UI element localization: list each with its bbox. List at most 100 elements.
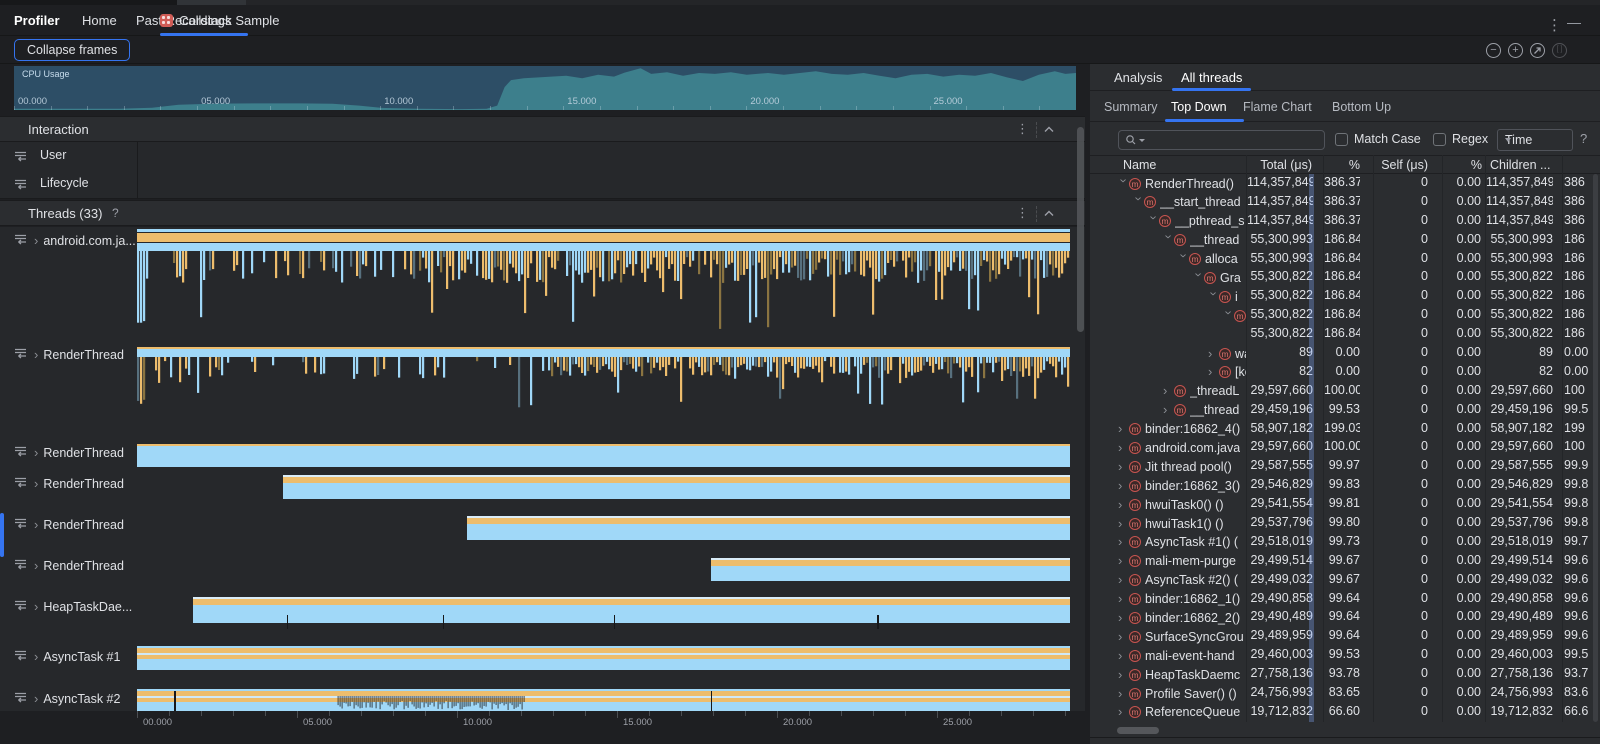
- tab-analysis[interactable]: Analysis: [1114, 70, 1162, 85]
- track-options-icon[interactable]: [14, 650, 27, 664]
- thread-row-label[interactable]: ›android.com.ja...: [0, 233, 136, 249]
- table-row[interactable]: ›mbinder:16862_2()29,490,48999.6400.0029…: [1090, 608, 1600, 627]
- table-row[interactable]: ›mmali-mem-purge29,499,51499.6700.0029,4…: [1090, 552, 1600, 571]
- threads-section-header[interactable]: Threads (33) ? ⋮: [0, 200, 1085, 226]
- threads-help-icon[interactable]: ?: [112, 206, 119, 220]
- more-options-icon[interactable]: ⋮: [1547, 16, 1562, 34]
- col-total[interactable]: Total (μs): [1247, 158, 1312, 172]
- table-row[interactable]: ›m__start_thread114,357,849386.3700.0011…: [1090, 193, 1600, 212]
- tree-collapse-icon[interactable]: ›: [1224, 310, 1234, 321]
- collapse-section-icon[interactable]: [1044, 126, 1053, 135]
- tree-collapse-icon[interactable]: ›: [1119, 178, 1129, 189]
- expand-thread-icon[interactable]: ›: [34, 561, 38, 571]
- table-row[interactable]: ›mi55,300,822186.8400.0055,300,822186: [1090, 287, 1600, 306]
- table-vertical-scrollbar[interactable]: [1593, 174, 1598, 722]
- tree-expand-icon[interactable]: ›: [1118, 556, 1129, 566]
- table-row[interactable]: 55,300,822186.8400.0055,300,822186: [1090, 325, 1600, 344]
- expand-thread-icon[interactable]: ›: [34, 520, 38, 530]
- expand-thread-icon[interactable]: ›: [34, 448, 38, 458]
- thread-track[interactable]: [711, 558, 1070, 581]
- tree-collapse-icon[interactable]: ›: [1194, 272, 1204, 283]
- expand-thread-icon[interactable]: ›: [34, 350, 38, 360]
- match-case-checkbox[interactable]: [1335, 133, 1348, 146]
- tree-expand-icon[interactable]: ›: [1118, 613, 1129, 623]
- tree-expand-icon[interactable]: ›: [1118, 632, 1129, 642]
- tree-expand-icon[interactable]: ›: [1118, 443, 1129, 453]
- column-divider[interactable]: [1485, 155, 1486, 722]
- track-options-icon[interactable]: [14, 348, 27, 362]
- tree-collapse-icon[interactable]: ›: [1209, 291, 1219, 302]
- tree-expand-icon[interactable]: ›: [1118, 707, 1129, 717]
- tree-expand-icon[interactable]: ›: [1118, 519, 1129, 529]
- track-options-icon[interactable]: [14, 518, 27, 532]
- collapse-frames-button[interactable]: Collapse frames: [14, 39, 130, 61]
- column-divider[interactable]: [1373, 155, 1374, 722]
- table-row[interactable]: ›mJit thread pool()29,587,55599.9700.002…: [1090, 457, 1600, 476]
- search-history-icon[interactable]: [1139, 139, 1145, 142]
- table-row[interactable]: ›mAsyncTask #1() (29,518,01999.7300.0029…: [1090, 533, 1600, 552]
- tree-expand-icon[interactable]: ›: [1118, 689, 1129, 699]
- zoom-out-icon[interactable]: −: [1486, 43, 1501, 58]
- reset-zoom-icon[interactable]: [1530, 43, 1545, 58]
- table-row[interactable]: ›mhwuiTask1() ()29,537,79699.8000.0029,5…: [1090, 514, 1600, 533]
- table-row[interactable]: ›mHeapTaskDaemc27,758,13693.7800.0027,75…: [1090, 665, 1600, 684]
- nav-home[interactable]: Home: [82, 13, 117, 28]
- subtab-flame-chart[interactable]: Flame Chart: [1243, 100, 1312, 114]
- table-row[interactable]: ›mReferenceQueue19,712,83266.6000.0019,7…: [1090, 703, 1600, 722]
- thread-row-label[interactable]: ›RenderThread: [0, 445, 124, 461]
- tree-expand-icon[interactable]: ›: [1118, 594, 1129, 604]
- tree-expand-icon[interactable]: ›: [1163, 405, 1174, 415]
- tab-all-threads[interactable]: All threads: [1181, 70, 1242, 85]
- threads-menu-icon[interactable]: ⋮: [1016, 205, 1029, 221]
- table-row[interactable]: ›mProfile Saver() ()24,756,99383.6500.00…: [1090, 684, 1600, 703]
- thread-row-label[interactable]: ›RenderThread: [0, 558, 124, 574]
- thread-row-label[interactable]: ›AsyncTask #2: [0, 691, 120, 707]
- tree-expand-icon[interactable]: ›: [1118, 670, 1129, 680]
- thread-row-label[interactable]: ›RenderThread: [0, 517, 124, 533]
- tree-expand-icon[interactable]: ›: [1118, 500, 1129, 510]
- tree-collapse-icon[interactable]: ›: [1164, 235, 1174, 246]
- column-divider[interactable]: [1246, 155, 1247, 722]
- table-row[interactable]: ›m(55,300,822186.8400.0055,300,822186: [1090, 306, 1600, 325]
- expand-thread-icon[interactable]: ›: [34, 652, 38, 662]
- subtab-bottom-up[interactable]: Bottom Up: [1332, 100, 1391, 114]
- zoom-in-icon[interactable]: +: [1508, 43, 1523, 58]
- thread-track[interactable]: [137, 689, 1070, 711]
- thread-track[interactable]: [137, 229, 1070, 331]
- table-row[interactable]: ›mAsyncTask #2() (29,499,03299.6700.0029…: [1090, 571, 1600, 590]
- interaction-section-header[interactable]: Interaction ⋮: [0, 116, 1085, 142]
- tab-callstack-sample[interactable]: Callstack Sample: [160, 5, 279, 35]
- thread-track[interactable]: [193, 597, 1070, 623]
- table-row[interactable]: ›mbinder:16862_3()29,546,82999.8300.0029…: [1090, 476, 1600, 495]
- regex-checkbox[interactable]: [1433, 133, 1446, 146]
- cpu-usage-chart[interactable]: CPU Usage 00.00005.00010.00015.00020.000…: [14, 66, 1076, 110]
- table-row[interactable]: ›mSurfaceSyncGrou29,489,95999.6400.0029,…: [1090, 627, 1600, 646]
- minimize-icon[interactable]: —: [1567, 14, 1581, 30]
- thread-row-label[interactable]: ›RenderThread: [0, 347, 124, 363]
- tree-expand-icon[interactable]: ›: [1118, 575, 1129, 585]
- match-case-label[interactable]: Match Case: [1354, 132, 1421, 146]
- subtab-top-down[interactable]: Top Down: [1171, 100, 1227, 114]
- subtab-summary[interactable]: Summary: [1104, 100, 1157, 114]
- expand-thread-icon[interactable]: ›: [34, 694, 38, 704]
- table-row[interactable]: ›mbinder:16862_1()29,490,85899.6400.0029…: [1090, 590, 1600, 609]
- thread-track[interactable]: [137, 444, 1070, 467]
- table-row[interactable]: ›m__pthread_s114,357,849386.3700.00114,3…: [1090, 212, 1600, 231]
- thread-row-label[interactable]: ›HeapTaskDae...: [0, 599, 132, 615]
- filter-help-icon[interactable]: ?: [1580, 131, 1587, 146]
- threads-scrollbar[interactable]: [1077, 127, 1084, 332]
- table-row[interactable]: ›mbinder:16862_4()58,907,182199.0300.005…: [1090, 420, 1600, 439]
- table-row[interactable]: ›m__thread55,300,993186.8400.0055,300,99…: [1090, 231, 1600, 250]
- table-row[interactable]: ›mRenderThread() 114,357,849386.3700.001…: [1090, 174, 1600, 193]
- column-divider[interactable]: [1323, 155, 1324, 722]
- table-row[interactable]: ›mmali-event-hand29,460,00399.5300.0029,…: [1090, 646, 1600, 665]
- column-divider[interactable]: [1442, 155, 1443, 722]
- col-self[interactable]: Self (μs): [1374, 158, 1428, 172]
- tree-expand-icon[interactable]: ›: [1208, 367, 1219, 377]
- table-row[interactable]: ›mwai890.0000.00890.00: [1090, 344, 1600, 363]
- track-options-icon[interactable]: [14, 177, 27, 195]
- table-row[interactable]: ›m_threadL29,597,660100.0000.0029,597,66…: [1090, 382, 1600, 401]
- track-options-icon[interactable]: [14, 234, 27, 248]
- tree-expand-icon[interactable]: ›: [1118, 424, 1129, 434]
- interaction-menu-icon[interactable]: ⋮: [1016, 121, 1029, 137]
